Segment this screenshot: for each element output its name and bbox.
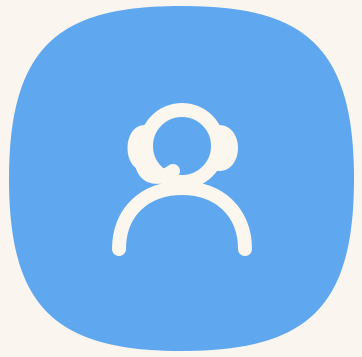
screen <box>0 0 362 357</box>
customer-support-app-icon[interactable] <box>9 6 354 351</box>
customer-support-headset-icon <box>9 6 354 351</box>
